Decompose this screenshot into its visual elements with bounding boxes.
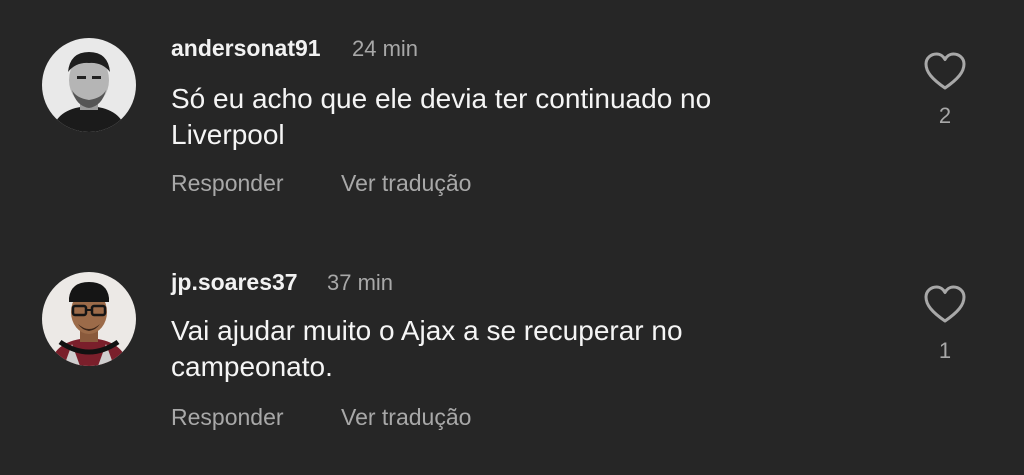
reply-button[interactable]: Responder (171, 170, 284, 197)
comment-username[interactable]: andersonat91 (171, 35, 321, 62)
comment-timestamp: 37 min (327, 270, 394, 295)
comment-text-line: Liverpool (171, 119, 285, 150)
like-count: 1 (938, 338, 952, 363)
comment-username[interactable]: jp.soares37 (171, 269, 298, 296)
heart-outline-icon (924, 285, 966, 323)
comment-text: Só eu acho que ele devia ter continuado … (171, 81, 851, 153)
comment-text-line: campeonato. (171, 351, 333, 382)
comment-text-line: Só eu acho que ele devia ter continuado … (171, 83, 712, 114)
comment-text-line: Vai ajudar muito o Ajax a se recuperar n… (171, 315, 683, 346)
comment-text: Vai ajudar muito o Ajax a se recuperar n… (171, 313, 851, 385)
see-translation-button[interactable]: Ver tradução (341, 170, 471, 197)
comment-item: jp.soares37 37 min Vai ajudar muito o Aj… (0, 237, 1024, 475)
comment-item: andersonat91 24 min Só eu acho que ele d… (0, 0, 1024, 237)
like-button[interactable] (922, 283, 968, 325)
like-count: 2 (938, 103, 952, 128)
like-button[interactable] (922, 50, 968, 92)
comment-timestamp: 24 min (352, 36, 419, 61)
see-translation-button[interactable]: Ver tradução (341, 404, 471, 431)
avatar[interactable] (42, 272, 136, 366)
reply-button[interactable]: Responder (171, 404, 284, 431)
avatar[interactable] (42, 38, 136, 132)
heart-outline-icon (924, 52, 966, 90)
